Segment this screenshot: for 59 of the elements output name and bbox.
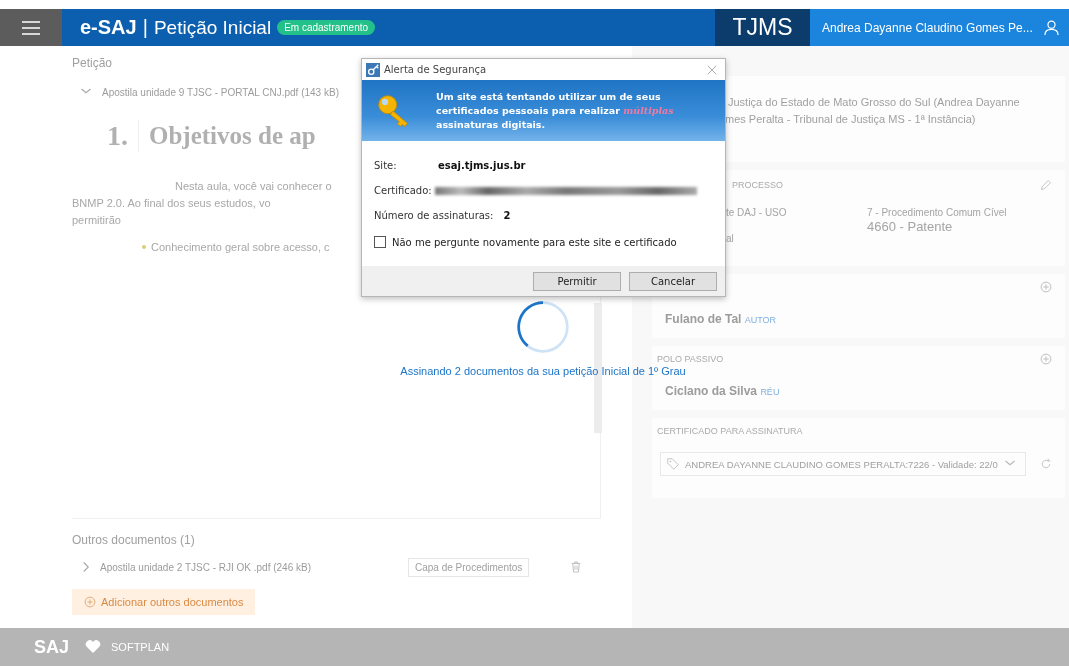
close-icon[interactable] (707, 64, 717, 75)
card-label: PROCESSO (732, 180, 783, 190)
paragraph-line: Nesta aula, você vai conhecer o (175, 179, 332, 194)
refresh-icon[interactable] (1040, 458, 1052, 470)
footer-logo: SAJ (34, 636, 69, 658)
app-logo: e-SAJ (80, 16, 137, 39)
bullet-icon (142, 245, 146, 249)
checkbox[interactable] (374, 236, 386, 248)
loading-spinner-icon (516, 300, 570, 354)
progress-message: Assinando 2 documentos da sua petição Inicial de 1º Grau (400, 365, 686, 377)
pencil-icon[interactable] (1040, 179, 1052, 191)
footer-brand: SOFTPLAN (111, 641, 170, 653)
page-title: Petição Inicial (153, 16, 272, 39)
card-label: POLO PASSIVO (657, 354, 724, 364)
app-icon (366, 62, 380, 77)
paragraph-line: permitirão (72, 213, 121, 228)
add-documents-button[interactable]: Adicionar outros documentos (72, 589, 256, 615)
certificate-select[interactable]: ANDREA DAYANNE CLAUDINO GOMES PERALTA:7226 - Validade: 22/0 (660, 452, 1026, 476)
user-icon (1044, 20, 1059, 35)
heading-number: 1. (107, 120, 139, 152)
party-name: Ciclano da Silva RÉU (665, 384, 781, 398)
document-name[interactable]: Apostila unidade 9 TJSC - PORTAL CNJ.pdf (143 kB) (102, 86, 339, 98)
field-value: te DAJ - USO (726, 206, 788, 219)
menu-icon (22, 20, 40, 35)
menu-button[interactable] (0, 9, 62, 46)
field-value: 7 - Procedimento Comum Cível (867, 206, 1008, 219)
court-logo: TJMS (715, 9, 810, 46)
field-label: Certificado: (374, 185, 433, 196)
status-badge: Em cadastramento (277, 20, 376, 35)
document-type-select[interactable]: Capa de Procedimentos (408, 557, 530, 577)
field-value: 2 (503, 210, 511, 221)
plus-circle-icon[interactable] (1040, 353, 1052, 365)
paragraph-line: BNMP 2.0. Ao final dos seus estudos, vo (72, 196, 271, 211)
checkbox-label[interactable]: Não me pergunte novamente para este site e certificado (392, 236, 677, 248)
field-label: Número de assinaturas: (374, 210, 494, 221)
tag-icon (667, 458, 679, 470)
section-label: Petição (72, 56, 113, 70)
dialog-title: Alerta de Segurança (384, 64, 488, 75)
document-heading: Objetivos de ap (149, 122, 316, 150)
plus-circle-icon (84, 596, 96, 608)
bullet-text: Conhecimento geral sobre acesso, c (151, 241, 330, 253)
alert-message: Um site está tentando utilizar um de seus certificados pessoais para realizar múltiplas assinaturas digitais. (436, 89, 675, 132)
party-name: Fulano de Tal AUTOR (665, 312, 778, 326)
document-name[interactable]: Apostila unidade 2 TJSC - RJI OK .pdf (246 kB) (100, 561, 350, 573)
title-separator: | (142, 16, 148, 39)
trash-icon[interactable] (571, 561, 582, 573)
field-label: Site: (374, 160, 398, 171)
section-label: Outros documentos (1) (72, 533, 195, 547)
court-name-text: mes Peralta - Tribunal de Justiça MS - 1ª Instância) (725, 112, 977, 127)
court-name-text: Justiça do Estado de Mato Grosso do Sul (Andrea Dayanne (728, 95, 1021, 110)
field-value: esaj.tjms.jus.br (438, 160, 526, 171)
field-value: al (726, 232, 735, 245)
cancel-button[interactable]: Cancelar (629, 271, 717, 291)
field-value: 4660 - Patente (867, 219, 954, 234)
allow-button[interactable]: Permitir (533, 271, 621, 291)
heart-icon (85, 640, 101, 654)
user-menu[interactable]: Andrea Dayanne Claudino Gomes Pe... (810, 9, 1069, 46)
card-label: CERTIFICADO PARA ASSINATURA (657, 426, 804, 436)
plus-circle-icon[interactable] (1040, 281, 1052, 293)
